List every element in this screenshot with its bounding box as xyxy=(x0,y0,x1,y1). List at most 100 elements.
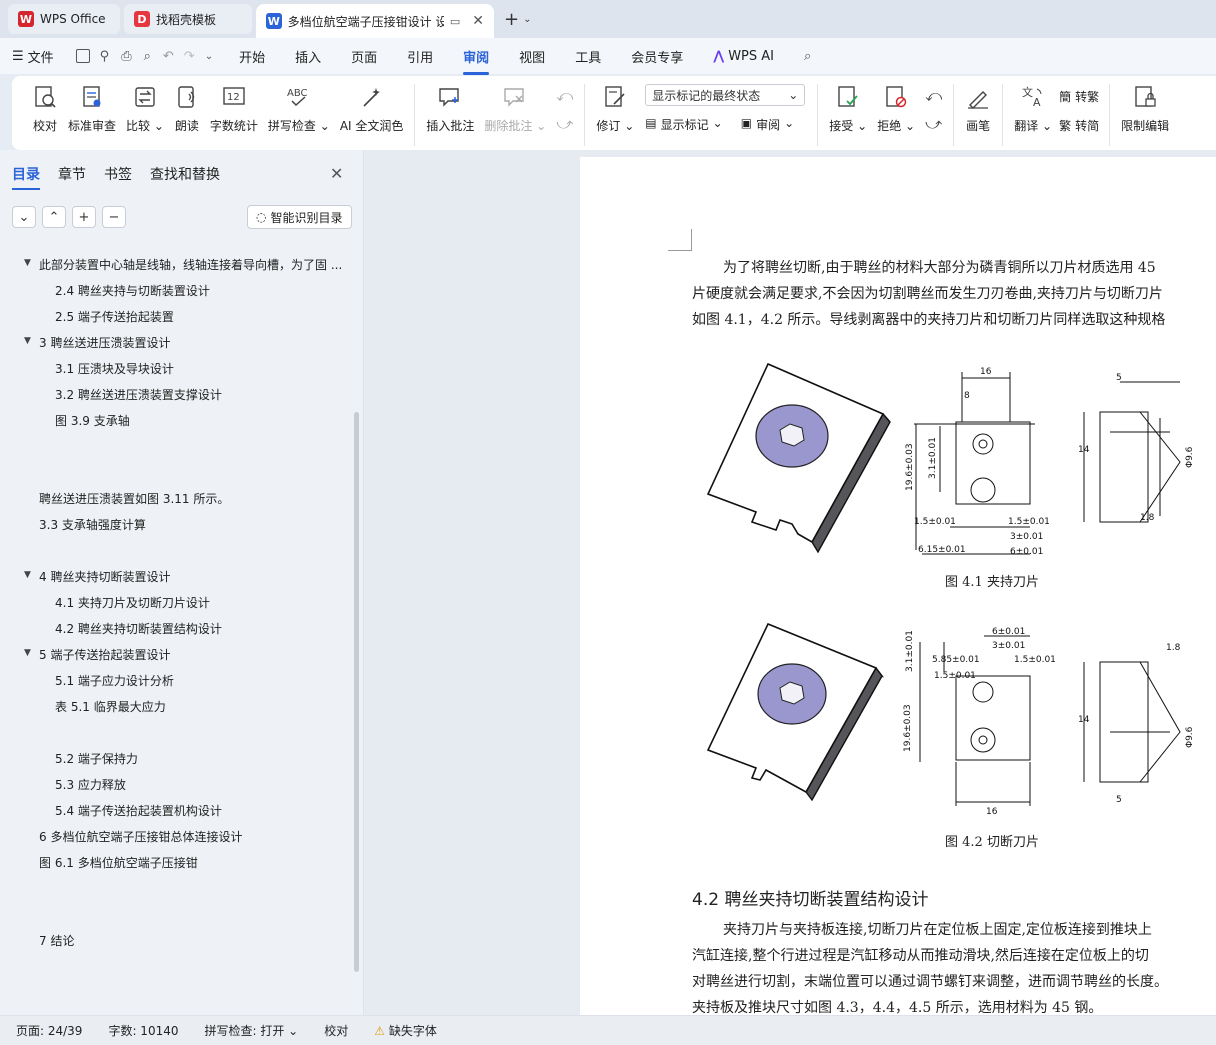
toc-item[interactable]: 5 端子传送抬起装置设计 xyxy=(39,646,170,663)
remove-level-button[interactable]: − xyxy=(102,206,126,228)
toc-item[interactable]: 5.3 应力释放 xyxy=(55,776,126,793)
convert-group: 簡转繁 繁转简 xyxy=(1059,88,1099,134)
smart-toc-button[interactable]: ◌ 智能识别目录 xyxy=(247,205,352,229)
ribbon-divider xyxy=(414,84,416,146)
toc-item[interactable]: 3 聘丝送进压溃装置设计 xyxy=(39,334,170,351)
spell-check-status[interactable]: 拼写检查: 打开 ⌄ xyxy=(205,1022,299,1039)
reject-button[interactable]: 拒绝 ⌄ xyxy=(877,84,915,134)
toc-item[interactable]: 2.4 聘丝夹持与切断装置设计 xyxy=(55,282,210,299)
toc-item[interactable]: 图 3.9 支承轴 xyxy=(55,412,130,429)
nav-tabs: 目录 章节 书签 查找和替换 xyxy=(12,164,220,190)
menu-start[interactable]: 开始 xyxy=(239,47,265,66)
word-count-button[interactable]: 12 字数统计 xyxy=(210,84,258,134)
to-traditional-button[interactable]: 簡转繁 xyxy=(1059,88,1099,105)
toc-item[interactable]: 3.2 聘丝送进压溃装置支撑设计 xyxy=(55,386,222,403)
toc-item[interactable]: 聘丝送进压溃装置如图 3.11 所示。 xyxy=(39,490,229,507)
dimension-label: 1.8 xyxy=(1140,513,1155,523)
toc-item[interactable]: 5.2 端子保持力 xyxy=(55,750,138,767)
chevron-down-icon[interactable]: ⌄ xyxy=(523,14,531,25)
link-icon[interactable]: ⚲ xyxy=(100,49,110,64)
prev-change-icon[interactable]: ⤺ xyxy=(925,86,942,106)
collapse-arrow-icon[interactable]: ▼ xyxy=(24,570,31,580)
next-comment-icon[interactable]: ⤻ xyxy=(556,114,573,134)
ai-polish-button[interactable]: AI 全文润色 xyxy=(340,84,403,134)
accept-button[interactable]: 接受 ⌄ xyxy=(829,84,867,134)
file-menu[interactable]: ☰ 文件 xyxy=(12,47,54,66)
pen-icon xyxy=(968,91,989,109)
nav-tab-find-replace[interactable]: 查找和替换 xyxy=(150,164,220,184)
toc-item[interactable]: 此部分装置中心轴是线轴，线轴连接着导向槽，为了固 ... xyxy=(39,256,342,273)
menu-insert[interactable]: 插入 xyxy=(295,47,321,66)
toc-item[interactable]: 3.3 支承轴强度计算 xyxy=(39,516,146,533)
standard-review-button[interactable]: 标准审查 xyxy=(68,84,116,134)
search-icon[interactable]: ⌕ xyxy=(804,49,811,64)
save-icon[interactable] xyxy=(75,49,90,63)
undo-icon[interactable]: ↶ xyxy=(163,49,174,64)
restrict-edit-button[interactable]: 限制编辑 xyxy=(1121,84,1169,134)
toc-item[interactable]: 图 6.1 多档位航空端子压接钳 xyxy=(39,854,198,871)
tab-template[interactable]: D 找稻壳模板 xyxy=(124,4,252,34)
nav-tab-toc[interactable]: 目录 xyxy=(12,164,40,190)
collapse-arrow-icon[interactable]: ▼ xyxy=(24,648,31,658)
prev-comment-buttons[interactable]: ⤺ ⤻ xyxy=(556,86,573,134)
spell-check-button[interactable]: ABC 拼写检查 ⌄ xyxy=(268,84,330,134)
menu-reference[interactable]: 引用 xyxy=(407,47,433,66)
nav-tab-bookmark[interactable]: 书签 xyxy=(104,164,132,184)
toc-item[interactable]: 4.2 聘丝夹持切断装置结构设计 xyxy=(55,620,222,637)
markup-state-select[interactable]: 显示标记的最终状态 ⌄ xyxy=(645,84,806,106)
review-pane-button[interactable]: ▣ 审阅 ⌄ xyxy=(741,116,794,133)
translate-button[interactable]: 文A 翻译 ⌄ xyxy=(1014,84,1052,134)
print-icon[interactable]: ⎙ xyxy=(121,49,131,64)
dimension-label: 1.5±0.01 xyxy=(1008,517,1050,527)
scrollbar[interactable] xyxy=(354,412,359,972)
to-simplified-button[interactable]: 繁转简 xyxy=(1059,117,1099,134)
prev-comment-icon[interactable]: ⤺ xyxy=(556,86,573,106)
traditional-icon: 簡 xyxy=(1059,90,1072,104)
toc-item[interactable]: 6 多档位航空端子压接钳总体连接设计 xyxy=(39,828,242,845)
expand-down-button[interactable]: ⌄ xyxy=(12,206,36,228)
page-indicator[interactable]: 页面: 24/39 xyxy=(16,1022,82,1039)
redo-icon[interactable]: ↷ xyxy=(184,49,195,64)
compare-button[interactable]: 比较 ⌄ xyxy=(126,84,164,134)
document-page[interactable]: 为了将聘丝切断,由于聘丝的材料大部分为磷青铜所以刀片材质选用 45 片硬度就会满… xyxy=(580,157,1216,1017)
print-preview-icon[interactable]: ⌕ xyxy=(144,49,151,64)
close-icon[interactable]: ✕ xyxy=(472,13,484,29)
delete-comment-button[interactable]: 删除批注 ⌄ xyxy=(484,84,546,134)
close-icon[interactable]: ✕ xyxy=(330,164,343,183)
menu-view[interactable]: 视图 xyxy=(519,47,545,66)
show-markup-button[interactable]: ▤ 显示标记 ⌄ xyxy=(645,116,722,133)
toc-item[interactable]: 表 5.1 临界最大应力 xyxy=(55,698,166,715)
ribbon-divider xyxy=(817,84,819,146)
toc-item[interactable]: 5.4 端子传送抬起装置机构设计 xyxy=(55,802,222,819)
proof-status[interactable]: 校对 xyxy=(324,1022,348,1039)
menu-tools[interactable]: 工具 xyxy=(575,47,601,66)
read-aloud-button[interactable]: 朗读 xyxy=(174,84,200,134)
toc-item[interactable]: 4 聘丝夹持切断装置设计 xyxy=(39,568,170,585)
collapse-arrow-icon[interactable]: ▼ xyxy=(24,336,31,346)
track-changes-button[interactable]: 修订 ⌄ xyxy=(596,84,634,134)
new-tab-button[interactable]: + xyxy=(504,9,519,30)
toc-item[interactable]: 3.1 压溃块及导块设计 xyxy=(55,360,174,377)
toc-item[interactable]: 4.1 夹持刀片及切断刀片设计 xyxy=(55,594,210,611)
chevron-down-icon[interactable]: ⌄ xyxy=(205,51,213,62)
missing-font-status[interactable]: ⚠ 缺失字体 xyxy=(374,1022,437,1039)
pen-button[interactable]: 画笔 xyxy=(965,84,991,134)
toc-item[interactable]: 7 结论 xyxy=(39,932,74,949)
toc-item[interactable]: 2.5 端子传送抬起装置 xyxy=(55,308,174,325)
tab-wps-office[interactable]: W WPS Office xyxy=(8,4,120,34)
add-level-button[interactable]: + xyxy=(72,206,96,228)
nav-tab-chapter[interactable]: 章节 xyxy=(58,164,86,184)
wps-ai-button[interactable]: ⋀ WPS AI xyxy=(713,49,774,64)
collapse-arrow-icon[interactable]: ▼ xyxy=(24,258,31,268)
toc-item[interactable]: 5.1 端子应力设计分析 xyxy=(55,672,174,689)
proofread-button[interactable]: 校对 xyxy=(32,84,58,134)
tab-document[interactable]: W 多档位航空端子压接钳设计 设 ▭ ✕ xyxy=(256,4,494,38)
insert-comment-button[interactable]: 插入批注 xyxy=(426,84,474,134)
prev-next-change-buttons[interactable]: ⤺ ⤻ xyxy=(925,86,942,134)
collapse-up-button[interactable]: ⌃ xyxy=(42,206,66,228)
next-change-icon[interactable]: ⤻ xyxy=(925,114,942,134)
menu-member[interactable]: 会员专享 xyxy=(631,47,683,66)
menu-page[interactable]: 页面 xyxy=(351,47,377,66)
menu-review[interactable]: 审阅 xyxy=(463,47,490,75)
word-count-indicator[interactable]: 字数: 10140 xyxy=(108,1022,178,1039)
